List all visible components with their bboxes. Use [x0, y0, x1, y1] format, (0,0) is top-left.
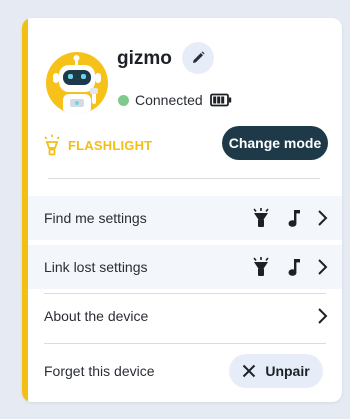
connection-status: Connected — [118, 92, 232, 108]
flashlight-icon — [251, 257, 271, 277]
robot-avatar-icon — [46, 52, 108, 114]
battery-icon — [209, 93, 231, 107]
unpair-label: Unpair — [265, 363, 310, 379]
chevron-right-icon — [312, 257, 332, 277]
pencil-icon — [193, 51, 205, 63]
menu-item-find-me-settings[interactable]: Find me settings — [28, 196, 342, 240]
mode-label: FLASHLIGHT — [68, 137, 153, 153]
menu-item-about-the-device[interactable]: About the device — [28, 294, 342, 338]
flashlight-icon — [251, 208, 271, 228]
lightbulb-icon — [44, 134, 60, 156]
status-dot — [118, 94, 129, 106]
chevron-right-icon — [312, 306, 332, 326]
device-card: gizmo Connected FLASHLIGHT Change mode F… — [22, 18, 342, 402]
music-note-icon — [284, 208, 304, 228]
chevron-right-icon — [312, 208, 332, 228]
menu-item-label: About the device — [44, 308, 149, 324]
status-text: Connected — [135, 92, 203, 108]
menu-item-label: Link lost settings — [44, 259, 148, 275]
menu-item-link-lost-settings[interactable]: Link lost settings — [28, 245, 342, 289]
menu-item-label: Find me settings — [44, 210, 147, 226]
close-icon — [243, 364, 256, 378]
divider — [44, 343, 326, 344]
current-mode: FLASHLIGHT — [42, 134, 152, 156]
change-mode-button[interactable]: Change mode — [222, 126, 328, 160]
music-note-icon — [284, 257, 304, 277]
unpair-button[interactable]: Unpair — [229, 354, 323, 388]
edit-name-button[interactable] — [182, 42, 214, 74]
divider — [48, 178, 320, 179]
device-name: gizmo — [117, 48, 172, 69]
menu-item-label: Forget this device — [44, 363, 155, 379]
